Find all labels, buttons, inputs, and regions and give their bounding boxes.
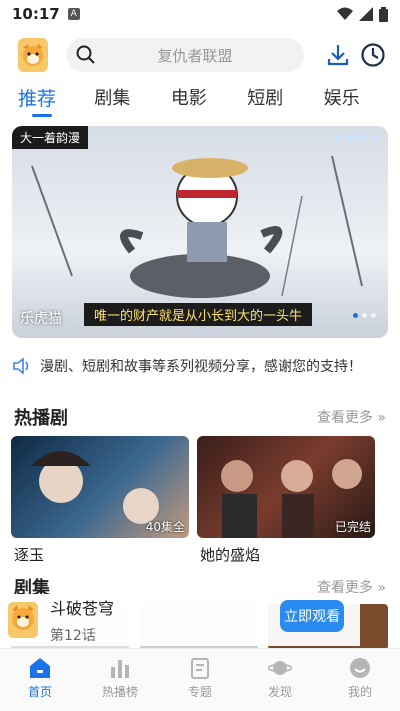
continue-title: 斗破苍穹 [50, 599, 115, 618]
tab-series[interactable]: 剧集 [94, 84, 170, 120]
hot-section-header: 热播剧 查看更多 » [14, 404, 386, 430]
tab-movie[interactable]: 电影 [171, 84, 247, 120]
carousel-dot [371, 313, 376, 318]
app-logo-mini [8, 602, 38, 638]
signal-icon [359, 7, 373, 21]
drama-title[interactable]: 她的盛焰 [200, 544, 260, 565]
cat-logo-icon [23, 44, 43, 66]
download-icon[interactable] [326, 43, 350, 67]
nav-ranking[interactable]: 热播榜 [80, 649, 160, 711]
carousel-dot [353, 313, 358, 318]
hot-see-more-link[interactable]: 查看更多 » [317, 407, 386, 427]
wifi-icon [337, 7, 353, 20]
nav-label: 我的 [347, 685, 372, 699]
app-logo[interactable] [18, 38, 48, 72]
cat-logo-icon [12, 605, 34, 630]
bar-chart-icon [111, 660, 129, 678]
banner-carousel[interactable]: 大一着韵漫 ♥♥♥♥ 乐虎猫 唯一的财产就是从小长到大的一头牛 [12, 126, 388, 338]
nav-discover[interactable]: 发现 [240, 649, 320, 711]
document-icon [191, 658, 209, 679]
status-time: 10:17 [12, 5, 60, 23]
category-tabs: 推荐 剧集 电影 短剧 娱乐 [0, 84, 400, 120]
tab-short-drama[interactable]: 短剧 [247, 84, 323, 120]
see-more-label: 查看更多 [316, 410, 373, 426]
banner-watermark: 乐虎猫 [20, 311, 62, 327]
notice-bar: 漫剧、短剧和故事等系列视频分享，感谢您的支持！ [12, 354, 392, 378]
bottom-nav: 首页 热播榜 专题 发现 我的 [0, 648, 400, 711]
nav-label: 发现 [267, 685, 292, 699]
tab-recommend[interactable]: 推荐 [18, 84, 94, 120]
search-icon [76, 45, 95, 64]
nav-home[interactable]: 首页 [0, 649, 80, 711]
banner-hearts: ♥♥♥♥ [332, 132, 380, 146]
chevron-right-icon: » [377, 410, 386, 426]
drama-card-zhuyu[interactable]: 40集全 [11, 436, 189, 538]
search-placeholder: 复仇者联盟 [157, 46, 233, 65]
drama-title[interactable]: 逐玉 [14, 544, 44, 565]
notice-text: 漫剧、短剧和故事等系列视频分享，感谢您的支持！ [40, 359, 362, 375]
planet-icon [268, 661, 292, 675]
nav-profile[interactable]: 我的 [320, 649, 400, 711]
episode-badge: 40集全 [145, 520, 185, 534]
status-icons [337, 6, 388, 22]
status-badge: 已完结 [334, 520, 371, 534]
notification-a-icon: A [67, 8, 80, 20]
history-icon[interactable] [360, 42, 386, 68]
carousel-dot [362, 313, 367, 318]
banner-caption: 唯一的财产就是从小长到大的一头牛 [84, 303, 313, 326]
chevron-right-icon: » [377, 580, 386, 596]
nav-label: 热播榜 [101, 685, 138, 699]
header: 复仇者联盟 [0, 34, 400, 76]
smiley-icon [350, 658, 370, 678]
nav-label: 专题 [187, 685, 212, 699]
hot-section-title: 热播剧 [14, 408, 68, 429]
speaker-icon [13, 357, 29, 375]
home-icon [30, 658, 50, 678]
battery-icon [379, 6, 388, 22]
tab-entertainment[interactable]: 娱乐 [324, 84, 400, 120]
continue-episode: 第12话 [50, 628, 96, 644]
drama-card-tadeshengyan[interactable]: 已完结 [197, 436, 375, 538]
carousel-indicator [353, 313, 376, 318]
banner-tag: 大一着韵漫 [12, 126, 89, 149]
nav-topics[interactable]: 专题 [160, 649, 240, 711]
status-bar: 10:17 A [0, 0, 400, 28]
nav-label: 首页 [27, 685, 52, 699]
watch-now-button[interactable]: 立即观看 [280, 600, 344, 632]
search-bar[interactable]: 复仇者联盟 [66, 38, 304, 72]
